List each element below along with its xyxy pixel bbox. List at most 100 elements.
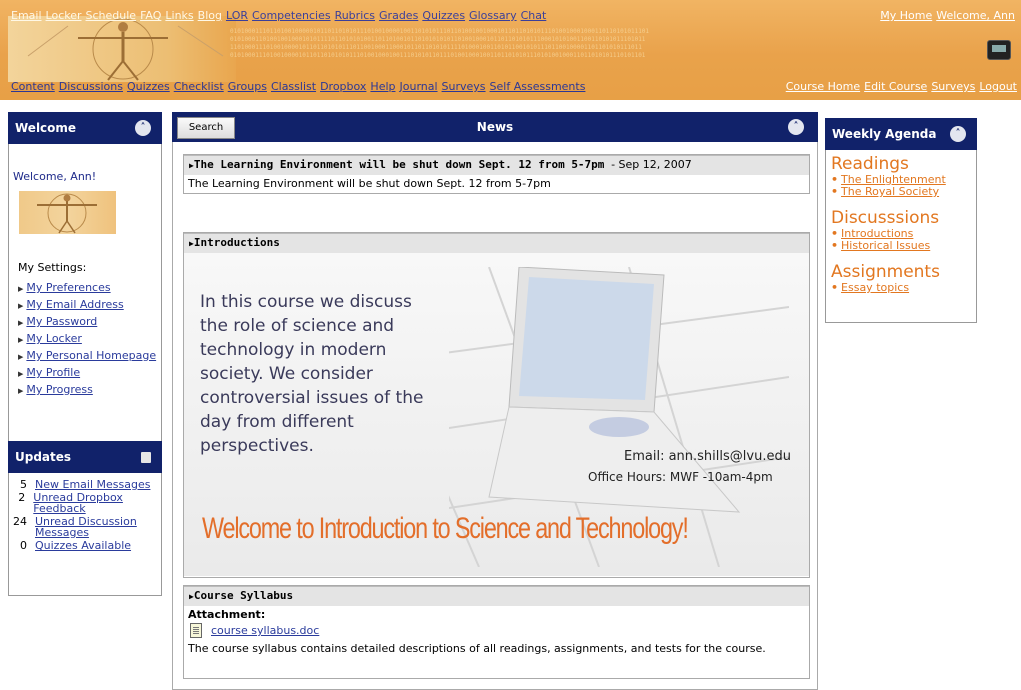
nav-link-glossary[interactable]: Glossary [469, 9, 517, 22]
nav-link-locker[interactable]: Locker [46, 9, 82, 22]
attachment-label: Attachment: [188, 608, 266, 621]
nav-link-faq[interactable]: FAQ [140, 9, 161, 22]
nav-link-email[interactable]: Email [11, 9, 42, 22]
course-right-link[interactable]: Surveys [931, 80, 975, 93]
nav-link-rubrics[interactable]: Rubrics [335, 9, 375, 22]
settings-item: ▶ My Preferences [18, 282, 158, 295]
agenda-link[interactable]: Historical Issues [841, 239, 930, 252]
news-title: News [476, 120, 514, 134]
settings-link[interactable]: My Password [26, 315, 97, 328]
settings-link[interactable]: My Email Address [26, 298, 123, 311]
course-nav-link-discussions[interactable]: Discussions [59, 80, 123, 93]
settings-link[interactable]: My Locker [26, 332, 81, 345]
bullet-icon: ▶ [18, 336, 24, 344]
course-right-nav: Course Home Edit Course Surveys Logout [782, 80, 1017, 93]
welcome-panel: Welcome ˄ Welcome, Ann! My Settings: ▶ My… [8, 112, 162, 467]
course-nav-link-groups[interactable]: Groups [228, 80, 267, 93]
settings-item: ▶ My Password [18, 316, 158, 329]
bullet-icon: ▶ [18, 319, 24, 327]
settings-link[interactable]: My Profile [26, 366, 80, 379]
agenda-item: • The Royal Society [831, 186, 976, 198]
binary-decoration: 0101000111011010010000010110110101011101… [230, 28, 1020, 60]
welcome-headline: Welcome to Introduction to Science and T… [202, 512, 689, 545]
nav-link-grades[interactable]: Grades [379, 9, 418, 22]
settings-link[interactable]: My Progress [26, 383, 92, 396]
nav-link-schedule[interactable]: Schedule [86, 9, 137, 22]
course-nav-link-help[interactable]: Help [370, 80, 395, 93]
nav-link-links[interactable]: Links [165, 9, 193, 22]
settings-item: ▶ My Profile [18, 367, 158, 380]
update-row: 5 New Email Messages [13, 479, 161, 490]
welcome-greeting: Welcome, Ann! [13, 170, 97, 183]
binary-row: 0101000111011010010000010110110101011101… [230, 28, 650, 35]
course-nav-link-self-assessments[interactable]: Self Assessments [490, 80, 586, 93]
settings-link[interactable]: My Preferences [26, 281, 110, 294]
collapse-icon[interactable]: ˄ [950, 126, 966, 142]
course-nav-link-quizzes[interactable]: Quizzes [127, 80, 170, 93]
agenda-section-heading: Readings [831, 154, 909, 174]
welcome-header: Welcome ˄ [8, 112, 162, 144]
collapse-icon[interactable]: ˄ [788, 119, 804, 135]
course-nav-link-journal[interactable]: Journal [400, 80, 438, 93]
news-item-body: The course syllabus contains detailed de… [188, 642, 766, 655]
bullet-icon: ▶ [18, 302, 24, 310]
news-item-date: - Sep 12, 2007 [611, 158, 692, 171]
update-link[interactable]: New Email Messages [35, 479, 150, 490]
news-panel: Search News ˄ ▶The Learning Environment … [172, 112, 818, 690]
news-item-title[interactable]: ▶Introductions [184, 233, 809, 253]
update-link[interactable]: Unread Dropbox Feedback [33, 492, 161, 514]
my-settings-label: My Settings: [18, 261, 87, 274]
collapse-icon[interactable]: ˄ [135, 120, 151, 136]
nav-link-blog[interactable]: Blog [198, 9, 222, 22]
nav-link-lor[interactable]: LOR [226, 9, 248, 22]
agenda-item: • Essay topics [831, 282, 976, 294]
agenda-list: Readings • The Enlightenment • The Royal Soc… [825, 150, 977, 323]
update-count: 24 [13, 515, 27, 528]
nav-link-quizzes[interactable]: Quizzes [422, 9, 465, 22]
course-nav-link-classlist[interactable]: Classlist [271, 80, 316, 93]
minimize-icon[interactable] [141, 452, 151, 463]
update-row: 24 Unread Discussion Messages [13, 516, 161, 538]
pager-icon[interactable] [987, 40, 1011, 60]
bullet-icon: ▶ [18, 370, 24, 378]
vitruvian-man-image [8, 16, 236, 82]
course-nav-link-dropbox[interactable]: Dropbox [320, 80, 366, 93]
update-link[interactable]: Quizzes Available [35, 540, 131, 551]
course-welcome-banner: In this course we discuss the role of sc… [184, 253, 809, 576]
course-nav-link-checklist[interactable]: Checklist [174, 80, 224, 93]
bullet-icon: • [831, 239, 839, 252]
binary-row: 0101000110100100100010101111011010101001… [230, 36, 646, 43]
updates-panel: Updates 5 New Email Messages 2 Unread Dropb… [8, 441, 162, 596]
updates-title: Updates [15, 450, 72, 464]
top-right-link[interactable]: My Home [880, 9, 932, 22]
agenda-link[interactable]: The Royal Society [841, 185, 939, 198]
update-row: 0 Quizzes Available [13, 540, 161, 551]
syllabus-file-link[interactable]: course syllabus.doc [211, 624, 319, 637]
settings-item: ▶ My Email Address [18, 299, 158, 312]
binary-row: 0101000111010010000101101101010101110100… [230, 52, 646, 59]
news-item: ▶The Learning Environment will be shut d… [183, 154, 810, 194]
settings-link[interactable]: My Personal Homepage [26, 349, 156, 362]
news-item-title[interactable]: ▶Course Syllabus [184, 586, 809, 606]
course-right-link[interactable]: Edit Course [864, 80, 927, 93]
news-item: ▶Introductions In this course we discuss… [183, 232, 810, 578]
instructor-email: Email: ann.shills@lvu.edu [624, 449, 791, 464]
news-header: Search News ˄ [172, 112, 818, 142]
agenda-link[interactable]: Essay topics [841, 281, 909, 294]
top-nav: Email Locker Schedule FAQ Links Blog LOR Compet… [11, 9, 550, 22]
course-nav-link-surveys[interactable]: Surveys [442, 80, 486, 93]
top-right-link[interactable]: Welcome, Ann [936, 9, 1015, 22]
bullet-icon: ▶ [18, 353, 24, 361]
course-nav-link-content[interactable]: Content [11, 80, 55, 93]
nav-link-competencies[interactable]: Competencies [252, 9, 331, 22]
welcome-title: Welcome [15, 121, 77, 135]
course-right-link[interactable]: Logout [979, 80, 1017, 93]
nav-link-chat[interactable]: Chat [521, 9, 547, 22]
news-item-title[interactable]: ▶The Learning Environment will be shut d… [184, 155, 809, 175]
update-link[interactable]: Unread Discussion Messages [35, 516, 161, 538]
course-right-link[interactable]: Course Home [786, 80, 860, 93]
course-description: In this course we discuss the role of sc… [200, 292, 424, 456]
office-hours: Office Hours: MWF -10am-4pm [588, 470, 773, 484]
settings-item: ▶ My Progress [18, 384, 158, 397]
settings-list: ▶ My Preferences ▶ My Email Address ▶ My Pass… [18, 282, 158, 401]
